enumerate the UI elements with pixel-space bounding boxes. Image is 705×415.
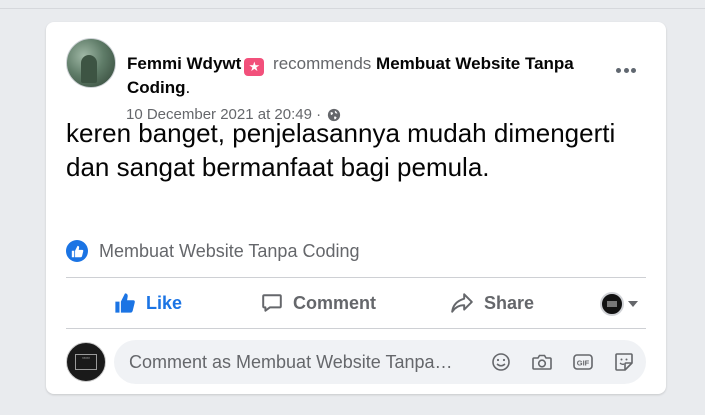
recommended-page[interactable]: Membuat Website Tanpa Coding	[66, 240, 360, 262]
comment-composer: ▭▭▭ GIF	[66, 340, 646, 384]
actions-divider-top	[66, 277, 646, 278]
comment-tools: GIF	[489, 350, 636, 374]
sticker-icon[interactable]	[612, 350, 636, 374]
recommends-verb: recommends	[273, 54, 372, 73]
post-body: keren banget, penjelasannya mudah dimeng…	[66, 118, 616, 182]
author-avatar[interactable]	[66, 38, 116, 88]
chevron-down-icon	[628, 301, 638, 307]
page-avatar-small	[600, 292, 624, 316]
more-options-icon[interactable]	[614, 58, 638, 82]
action-bar: Like Comment Share	[66, 280, 646, 326]
commenter-avatar[interactable]: ▭▭▭	[66, 342, 106, 382]
comment-icon	[262, 294, 282, 312]
actions-divider-bottom	[66, 328, 646, 329]
react-as-selector[interactable]	[600, 292, 638, 316]
svg-text:GIF: GIF	[577, 359, 590, 368]
share-icon	[451, 293, 473, 313]
headline-period: .	[185, 78, 191, 97]
like-icon	[115, 293, 135, 313]
comment-label: Comment	[293, 292, 377, 313]
author-name[interactable]: Femmi Wdywt	[127, 54, 241, 73]
post-header: Femmi Wdywt ★ recommends Membuat Website …	[66, 38, 646, 123]
star-badge-icon: ★	[244, 58, 265, 76]
comment-button[interactable]: Comment	[261, 280, 376, 326]
recommended-page-label: Membuat Website Tanpa Coding	[99, 240, 360, 261]
share-label: Share	[484, 292, 535, 313]
top-divider	[0, 8, 705, 9]
gif-icon[interactable]: GIF	[571, 350, 595, 374]
share-button[interactable]: Share	[450, 280, 534, 326]
post-card: Femmi Wdywt ★ recommends Membuat Website …	[46, 22, 666, 394]
camera-icon[interactable]	[530, 350, 554, 374]
page-logo: ▭▭▭	[75, 354, 97, 370]
thumbs-up-icon	[66, 240, 88, 262]
like-button[interactable]: Like	[114, 280, 182, 326]
post-headline: Femmi Wdywt ★ recommends Membuat Website …	[127, 52, 587, 100]
emoji-icon[interactable]	[489, 350, 513, 374]
like-label: Like	[146, 292, 183, 313]
